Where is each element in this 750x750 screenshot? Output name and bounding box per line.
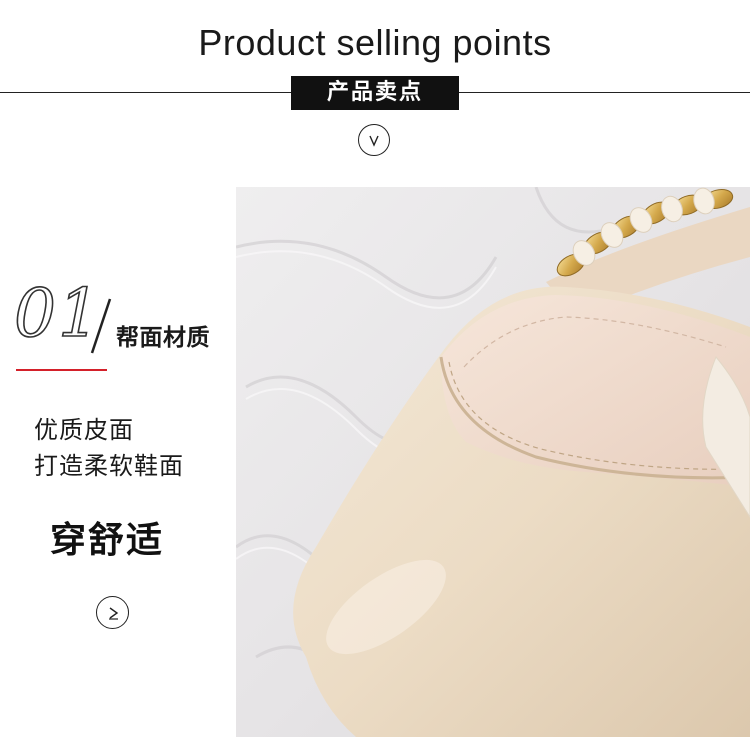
- slash-divider-icon: [90, 298, 112, 354]
- chevron-right-circle-icon[interactable]: [96, 596, 129, 629]
- product-photo: [236, 187, 750, 737]
- chevron-down-icon: [369, 135, 379, 147]
- accent-underline: [16, 369, 107, 371]
- chevron-right-icon: [108, 606, 118, 620]
- chevron-down-circle-icon[interactable]: [358, 124, 390, 156]
- subtitle-badge: 产品卖点: [291, 76, 459, 110]
- section-label: 帮面材质: [116, 325, 210, 351]
- description-line-1: 优质皮面: [34, 416, 134, 444]
- page-title: Product selling points: [198, 22, 552, 63]
- description-line-2: 打造柔软鞋面: [34, 452, 184, 480]
- highlight-text: 穿舒适: [50, 520, 165, 561]
